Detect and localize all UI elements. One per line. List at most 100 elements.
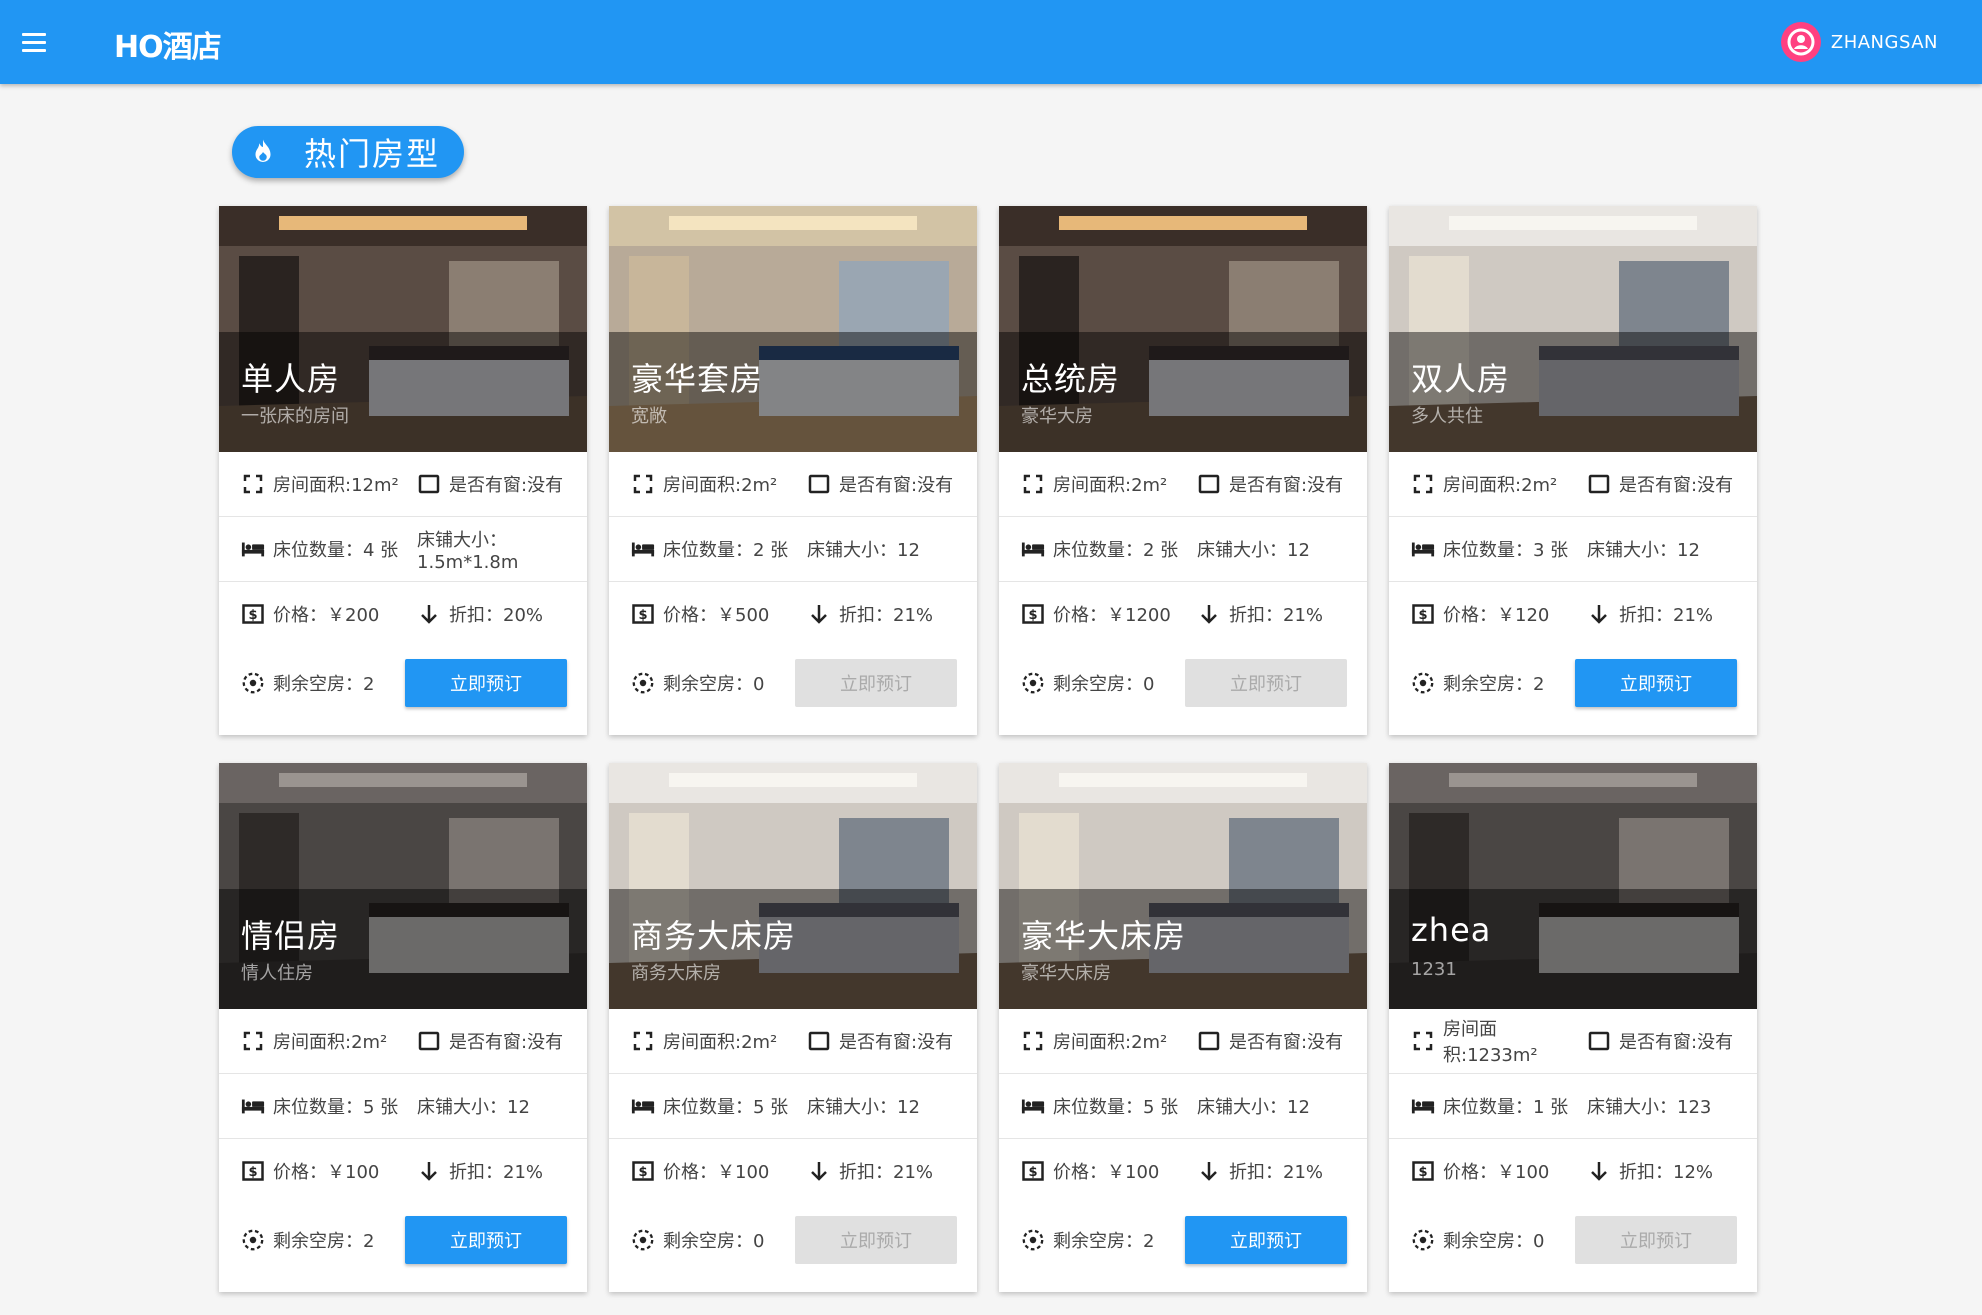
price: 价格：￥100 bbox=[1053, 1162, 1160, 1183]
target-icon bbox=[1411, 1228, 1435, 1252]
dollar-box-icon: $ bbox=[241, 602, 265, 626]
fullscreen-icon bbox=[1021, 472, 1045, 496]
room-specs-row: 房间面积:2m² 是否有窗:没有 bbox=[609, 452, 977, 517]
availability-row: 剩余空房：0 立即预订 bbox=[1389, 1203, 1757, 1277]
svg-text:$: $ bbox=[1418, 1165, 1427, 1180]
window-icon bbox=[1197, 472, 1221, 496]
room-card: 豪华套房 宽敞 房间面积:2m² 是否有窗:没有 床位数量：2 张 床铺大小：1… bbox=[609, 206, 977, 735]
svg-text:$: $ bbox=[248, 608, 257, 623]
discount: 折扣：21% bbox=[1619, 605, 1714, 626]
window-icon bbox=[807, 1029, 831, 1053]
fullscreen-icon bbox=[1411, 1029, 1435, 1053]
price-row: $ 价格：￥500 折扣：21% bbox=[609, 582, 977, 646]
discount: 折扣：20% bbox=[449, 605, 544, 626]
target-icon bbox=[631, 1228, 655, 1252]
has-window: 是否有窗:没有 bbox=[449, 1032, 564, 1053]
arrow-down-icon bbox=[1197, 602, 1221, 626]
bed-row: 床位数量：2 张 床铺大小：12 bbox=[609, 517, 977, 582]
bed-size: 床铺大小：12 bbox=[1587, 540, 1700, 561]
bed-row: 床位数量：2 张 床铺大小：12 bbox=[999, 517, 1367, 582]
room-photo: 豪华套房 宽敞 bbox=[609, 206, 977, 452]
bed-row: 床位数量：1 张 床铺大小：123 bbox=[1389, 1074, 1757, 1139]
price-row: $ 价格：￥200 折扣：20% bbox=[219, 582, 587, 646]
dollar-box-icon: $ bbox=[241, 1159, 265, 1183]
availability-row: 剩余空房：0 立即预订 bbox=[609, 1203, 977, 1277]
room-title: 豪华套房 bbox=[631, 360, 764, 398]
window-icon bbox=[417, 1029, 441, 1053]
book-now-button[interactable]: 立即预订 bbox=[1185, 1216, 1347, 1264]
user-menu[interactable]: ZHANGSAN bbox=[1780, 22, 1938, 62]
room-title: 单人房 bbox=[241, 360, 341, 398]
window-icon bbox=[417, 472, 441, 496]
room-title: 双人房 bbox=[1411, 360, 1511, 398]
room-description: 豪华大房 bbox=[1021, 406, 1093, 427]
price: 价格：￥200 bbox=[273, 605, 380, 626]
room-photo: 单人房 一张床的房间 bbox=[219, 206, 587, 452]
availability-row: 剩余空房：0 立即预订 bbox=[999, 646, 1367, 720]
arrow-down-icon bbox=[807, 602, 831, 626]
room-description: 多人共住 bbox=[1411, 406, 1483, 427]
bed-count: 床位数量：1 张 bbox=[1443, 1097, 1569, 1118]
has-window: 是否有窗:没有 bbox=[839, 1032, 954, 1053]
discount: 折扣：21% bbox=[839, 605, 934, 626]
section-chip: 热门房型 bbox=[232, 126, 464, 178]
room-title: 商务大床房 bbox=[631, 917, 797, 955]
price-row: $ 价格：￥100 折扣：12% bbox=[1389, 1139, 1757, 1203]
dollar-box-icon: $ bbox=[631, 1159, 655, 1183]
fullscreen-icon bbox=[1021, 1029, 1045, 1053]
bed-icon bbox=[1411, 1094, 1435, 1118]
fullscreen-icon bbox=[241, 472, 265, 496]
bed-icon bbox=[241, 537, 265, 561]
remaining-rooms: 剩余空房：0 bbox=[1053, 674, 1155, 695]
price: 价格：￥100 bbox=[273, 1162, 380, 1183]
bed-row: 床位数量：5 张 床铺大小：12 bbox=[999, 1074, 1367, 1139]
room-grid: 单人房 一张床的房间 房间面积:12m² 是否有窗:没有 床位数量：4 张 床铺… bbox=[219, 206, 1757, 1292]
svg-text:$: $ bbox=[638, 608, 647, 623]
bed-row: 床位数量：5 张 床铺大小：12 bbox=[219, 1074, 587, 1139]
book-now-button[interactable]: 立即预订 bbox=[1575, 1216, 1737, 1264]
book-now-button[interactable]: 立即预订 bbox=[405, 659, 567, 707]
room-photo: 豪华大床房 豪华大床房 bbox=[999, 763, 1367, 1009]
bed-size: 床铺大小：12 bbox=[417, 1097, 530, 1118]
room-area: 房间面积:12m² bbox=[273, 475, 399, 496]
book-now-button[interactable]: 立即预订 bbox=[795, 1216, 957, 1264]
room-specs-row: 房间面积:2m² 是否有窗:没有 bbox=[999, 1009, 1367, 1074]
room-specs-row: 房间面积:2m² 是否有窗:没有 bbox=[1389, 452, 1757, 517]
remaining-rooms: 剩余空房：0 bbox=[663, 674, 765, 695]
has-window: 是否有窗:没有 bbox=[1229, 475, 1344, 496]
menu-icon[interactable] bbox=[16, 24, 52, 60]
bed-count: 床位数量：5 张 bbox=[1053, 1097, 1179, 1118]
book-now-button[interactable]: 立即预订 bbox=[1185, 659, 1347, 707]
room-title: 总统房 bbox=[1021, 360, 1121, 398]
dollar-box-icon: $ bbox=[1411, 1159, 1435, 1183]
price: 价格：￥120 bbox=[1443, 605, 1550, 626]
arrow-down-icon bbox=[417, 602, 441, 626]
svg-text:$: $ bbox=[638, 1165, 647, 1180]
price: 价格：￥100 bbox=[1443, 1162, 1550, 1183]
price-row: $ 价格：￥100 折扣：21% bbox=[219, 1139, 587, 1203]
arrow-down-icon bbox=[417, 1159, 441, 1183]
book-now-button[interactable]: 立即预订 bbox=[1575, 659, 1737, 707]
book-now-button[interactable]: 立即预订 bbox=[795, 659, 957, 707]
room-title: 情侣房 bbox=[241, 917, 341, 955]
bed-row: 床位数量：4 张 床铺大小：1.5m*1.8m bbox=[219, 517, 587, 582]
remaining-rooms: 剩余空房：2 bbox=[1443, 674, 1545, 695]
room-specs-row: 房间面积:2m² 是否有窗:没有 bbox=[609, 1009, 977, 1074]
bed-size: 床铺大小：12 bbox=[807, 1097, 920, 1118]
section-title: 热门房型 bbox=[304, 135, 441, 173]
svg-text:$: $ bbox=[1028, 1165, 1037, 1180]
price-row: $ 价格：￥100 折扣：21% bbox=[999, 1139, 1367, 1203]
bed-icon bbox=[241, 1094, 265, 1118]
bed-count: 床位数量：4 张 bbox=[273, 540, 399, 561]
has-window: 是否有窗:没有 bbox=[839, 475, 954, 496]
remaining-rooms: 剩余空房：0 bbox=[1443, 1231, 1545, 1252]
room-area: 房间面积:2m² bbox=[663, 1032, 778, 1053]
bed-icon bbox=[631, 1094, 655, 1118]
room-area: 房间面积:2m² bbox=[663, 475, 778, 496]
room-photo: 总统房 豪华大房 bbox=[999, 206, 1367, 452]
has-window: 是否有窗:没有 bbox=[1619, 475, 1734, 496]
room-photo: 双人房 多人共住 bbox=[1389, 206, 1757, 452]
book-now-button[interactable]: 立即预订 bbox=[405, 1216, 567, 1264]
account-icon bbox=[1780, 22, 1821, 62]
bed-count: 床位数量：5 张 bbox=[663, 1097, 789, 1118]
